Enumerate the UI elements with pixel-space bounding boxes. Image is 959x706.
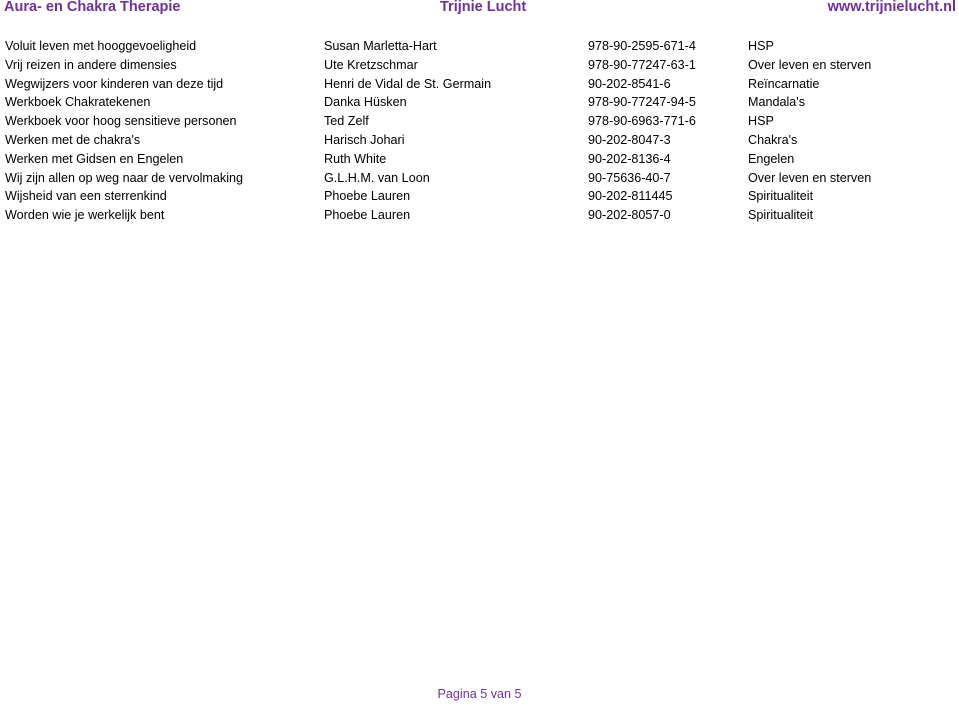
cell-title: Worden wie je werkelijk bent xyxy=(5,208,165,223)
table-row: Wij zijn allen op weg naar de vervolmaki… xyxy=(0,169,959,188)
table-row: Werkboek voor hoog sensitieve personen Te… xyxy=(0,112,959,131)
cell-author: Ruth White xyxy=(324,151,387,166)
cell-title: Wijsheid van een sterrenkind xyxy=(5,189,167,204)
table-row: Vrij reizen in andere dimensies Ute Kretz… xyxy=(0,56,959,75)
header-center: Trijnie Lucht xyxy=(440,0,527,15)
cell-isbn: 90-202-8047-3 xyxy=(588,132,671,147)
cell-category: Mandala's xyxy=(748,95,806,110)
cell-title: Vrij reizen in andere dimensies xyxy=(5,57,177,72)
cell-category: Over leven en sterven xyxy=(748,57,872,72)
cell-category: Engelen xyxy=(748,151,795,166)
cell-title: Wij zijn allen op weg naar de vervolmaki… xyxy=(5,170,243,185)
cell-category: Chakra's xyxy=(748,132,798,147)
cell-title: Voluit leven met hooggevoeligheid xyxy=(5,39,197,53)
cell-title: Wegwijzers voor kinderen van deze tijd xyxy=(5,76,224,91)
table-row: Werken met Gidsen en Engelen Ruth White 90… xyxy=(0,150,959,169)
cell-category: HSP xyxy=(748,114,774,129)
cell-isbn: 978-90-77247-63-1 xyxy=(588,57,696,72)
cell-category: HSP xyxy=(748,39,774,53)
cell-isbn: 978-90-2595-671-4 xyxy=(588,39,696,53)
page-number: Pagina 5 van 5 xyxy=(437,687,522,701)
cell-isbn: 90-202-8541-6 xyxy=(588,76,671,91)
header-left: Aura- en Chakra Therapie xyxy=(4,0,181,15)
table-row: Wegwijzers voor kinderen van deze tijd He… xyxy=(0,75,959,94)
table-row: Werken met de chakra's Harisch Johari 90-2… xyxy=(0,131,959,150)
cell-author: Ted Zelf xyxy=(324,114,369,129)
table-row: Wijsheid van een sterrenkind Phoebe Laure… xyxy=(0,187,959,206)
cell-isbn: 90-75636-40-7 xyxy=(588,170,671,185)
cell-author: Phoebe Lauren xyxy=(324,208,411,223)
cell-isbn: 90-202-811445 xyxy=(588,189,673,204)
cell-category: Spiritualiteit xyxy=(748,208,814,223)
cell-author: Henri de Vidal de St. Germain xyxy=(324,76,492,91)
cell-author: Harisch Johari xyxy=(324,132,405,147)
cell-author: Danka Hüsken xyxy=(324,95,407,110)
cell-category: Over leven en sterven xyxy=(748,170,872,185)
table-row: Voluit leven met hooggevoeligheid Susan M… xyxy=(0,37,959,56)
cell-category: Spiritualiteit xyxy=(748,189,814,204)
cell-title: Werken met Gidsen en Engelen xyxy=(5,151,184,166)
cell-author: Ute Kretzschmar xyxy=(324,57,418,72)
cell-author: G.L.H.M. van Loon xyxy=(324,170,430,185)
cell-title: Werkboek Chakratekenen xyxy=(5,95,151,110)
header-right[interactable]: www.trijnielucht.nl xyxy=(828,0,956,14)
cell-title: Werkboek voor hoog sensitieve personen xyxy=(5,114,237,129)
cell-isbn: 90-202-8057-0 xyxy=(588,208,671,223)
cell-isbn: 90-202-8136-4 xyxy=(588,151,671,166)
table-row: Worden wie je werkelijk bent Phoebe Laure… xyxy=(0,206,959,225)
cell-author: Susan Marletta-Hart xyxy=(324,39,437,53)
cell-author: Phoebe Lauren xyxy=(324,189,411,204)
cell-title: Werken met de chakra's xyxy=(5,132,141,147)
table-row: Werkboek Chakratekenen Danka Hüsken 978-90… xyxy=(0,93,959,112)
cell-category: Reïncarnatie xyxy=(748,76,820,91)
cell-isbn: 978-90-77247-94-5 xyxy=(588,95,696,110)
book-list: Voluit leven met hooggevoeligheid Susan M… xyxy=(0,37,959,225)
cell-isbn: 978-90-6963-771-6 xyxy=(588,114,696,129)
